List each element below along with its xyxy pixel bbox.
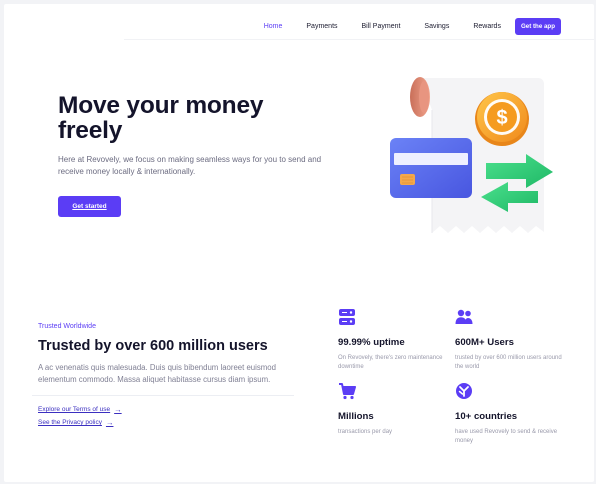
section-label: Trusted Worldwide [38, 323, 96, 330]
section-description: A ac venenatis quis malesuada. Duis quis… [38, 363, 276, 384]
stat-users: 600M+ Users trusted by over 600 million … [455, 308, 565, 372]
globe-icon [456, 383, 472, 399]
nav-home[interactable]: Home [264, 23, 283, 30]
dollar-coin-icon: $ [475, 92, 529, 146]
get-started-button[interactable]: Get started [58, 196, 121, 217]
cart-icon [339, 383, 356, 400]
arrow-right-icon: → [114, 405, 122, 414]
stat-description: have used Revovely to send & receive mon… [455, 429, 558, 444]
credit-card-icon [390, 138, 472, 198]
users-icon [455, 309, 473, 324]
section-divider [32, 395, 294, 396]
section-title: Trusted by over 600 million users [38, 338, 268, 354]
privacy-link-label: See the Privacy policy [38, 419, 102, 426]
stat-title: 600M+ Users [455, 337, 514, 348]
stat-uptime: 99.99% uptime On Revovely, there's zero … [338, 308, 448, 372]
nav-rewards[interactable]: Rewards [473, 23, 501, 30]
nav-divider [124, 39, 594, 40]
svg-text:$: $ [496, 107, 507, 129]
nav-payments[interactable]: Payments [306, 23, 337, 30]
server-icon [339, 309, 355, 325]
terms-link-label: Explore our Terms of use [38, 406, 111, 413]
hero-illustration: $ [380, 70, 560, 240]
stat-description: trusted by over 600 million users around… [455, 355, 562, 370]
arrow-right-icon: → [105, 418, 114, 427]
payment-illustration: $ [390, 77, 553, 233]
get-the-app-button[interactable]: Get the app [514, 17, 561, 35]
terms-of-use-link[interactable]: Explore our Terms of use → [38, 405, 122, 414]
hero-description: Here at Revovely, we focus on making sea… [58, 155, 322, 176]
stat-title: Millions [338, 411, 374, 422]
stat-title: 99.99% uptime [338, 337, 405, 348]
nav-savings[interactable]: Savings [424, 23, 449, 30]
stat-countries: 10+ countries have used Revovely to send… [455, 382, 565, 446]
top-nav: Home Payments Bill Payment Savings Rewar… [240, 14, 561, 38]
stat-description: transactions per day [338, 429, 393, 435]
nav-bill-payment[interactable]: Bill Payment [362, 23, 401, 30]
landing-page: Home Payments Bill Payment Savings Rewar… [4, 4, 594, 482]
privacy-policy-link[interactable]: See the Privacy policy → [38, 418, 113, 427]
hero-title: Move your money freely [58, 92, 264, 144]
stat-transactions: Millions transactions per day [338, 382, 448, 437]
stat-title: 10+ countries [455, 411, 518, 422]
stat-description: On Revovely, there's zero maintenance do… [338, 355, 443, 370]
